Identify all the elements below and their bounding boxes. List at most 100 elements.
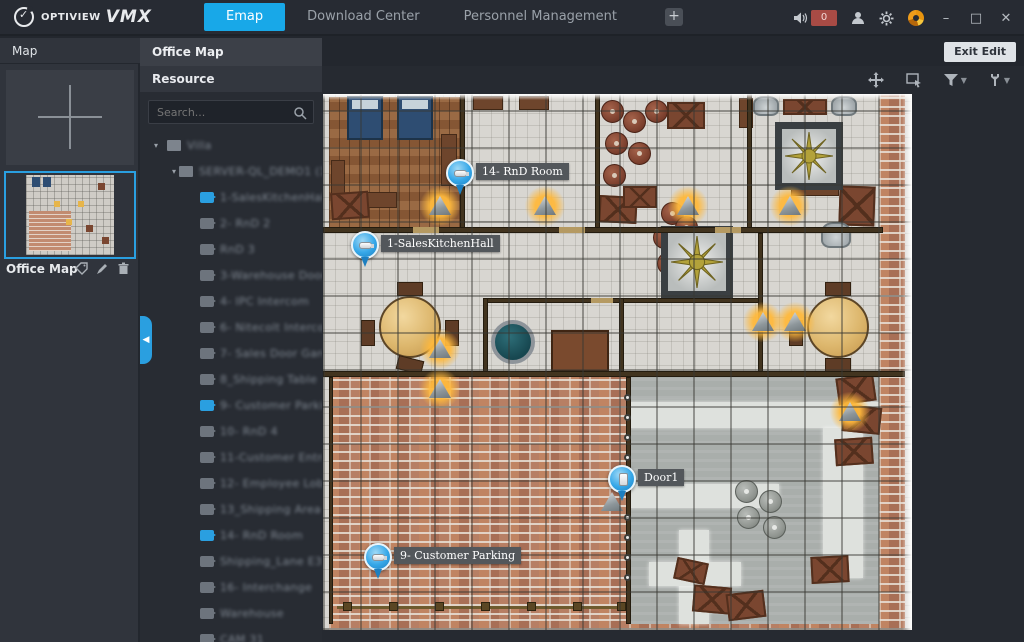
basin bbox=[491, 320, 535, 364]
tree-item-channel-10[interactable]: 9- Customer Parking bbox=[140, 392, 322, 418]
maximize-button[interactable]: □ bbox=[968, 11, 984, 26]
tree-item-label: CAM 31 bbox=[220, 633, 264, 642]
compass-medallion bbox=[775, 122, 843, 190]
tree-item-channel-17[interactable]: 16- Interchange bbox=[140, 574, 322, 600]
tree-item-channel-7[interactable]: 6- Nitecolt Intercom bbox=[140, 314, 322, 340]
tree-item-channel-11[interactable]: 10- RnD 4 bbox=[140, 418, 322, 444]
floor-plan-canvas[interactable]: 14- RnD Room 1-SalesKitchenHall Door1 9- Cu… bbox=[323, 94, 912, 630]
gear-icon[interactable] bbox=[879, 11, 894, 26]
tree-item-channel-8[interactable]: 7- Sales Door Garden bbox=[140, 340, 322, 366]
user-icon[interactable] bbox=[851, 11, 865, 25]
edit-pencil-icon[interactable] bbox=[96, 262, 109, 275]
camera-icon bbox=[200, 608, 214, 619]
tree-item-channel-15[interactable]: 14- RnD Room bbox=[140, 522, 322, 548]
tree-item-channel-6[interactable]: 4- IPC Intercom bbox=[140, 288, 322, 314]
tree-item-channel-18[interactable]: Warehouse bbox=[140, 600, 322, 626]
alarm-count-badge: 0 bbox=[811, 10, 837, 26]
add-map-button[interactable] bbox=[6, 70, 134, 165]
pan-move-icon[interactable] bbox=[868, 72, 884, 88]
tree-item-label: 16- Interchange bbox=[220, 581, 312, 594]
exit-edit-button[interactable]: Exit Edit bbox=[944, 42, 1016, 62]
tree-item-label: Warehouse bbox=[220, 607, 284, 620]
marker-label[interactable]: 9- Customer Parking bbox=[394, 547, 521, 564]
camera-pin-icon[interactable] bbox=[351, 231, 379, 259]
search-icon[interactable] bbox=[293, 105, 307, 124]
camera-icon bbox=[200, 504, 214, 515]
camera-icon bbox=[200, 296, 214, 307]
select-region-icon[interactable] bbox=[906, 72, 922, 88]
map-header-bar: Exit Edit bbox=[322, 38, 1024, 66]
marker-label[interactable]: 1-SalesKitchenHall bbox=[381, 235, 500, 252]
tree-item-channel-9[interactable]: 8_Shipping Table bbox=[140, 366, 322, 392]
tree-item-label: 3-Warehouse Door bbox=[220, 269, 322, 282]
map-thumbnail-image bbox=[26, 175, 114, 255]
door-pin-icon[interactable] bbox=[608, 465, 636, 493]
brick-right-strip bbox=[879, 94, 905, 630]
tree-item-channel-19[interactable]: CAM 31 bbox=[140, 626, 322, 642]
brand-big: VMX bbox=[106, 7, 152, 27]
filter-caret-icon: ▼ bbox=[961, 76, 967, 85]
map-list-panel: Office Map bbox=[0, 64, 140, 642]
camera-icon bbox=[200, 426, 214, 437]
camera-pin-icon[interactable] bbox=[364, 543, 392, 571]
logo-icon bbox=[14, 7, 34, 27]
camera-pin-icon[interactable] bbox=[446, 159, 474, 187]
tab-personnel-management[interactable]: Personnel Management bbox=[442, 3, 639, 31]
tab-download-center[interactable]: Download Center bbox=[285, 3, 442, 31]
tag-icon[interactable] bbox=[75, 262, 88, 275]
emap-panel: ▼ ▼ bbox=[322, 66, 1024, 642]
tree-item-channel-5[interactable]: 3-Warehouse Door bbox=[140, 262, 322, 288]
current-map-title: Office Map bbox=[140, 38, 322, 66]
tree-item-label: 11-Customer Entrance bbox=[220, 451, 322, 464]
tree-item-label: 8_Shipping Table bbox=[220, 373, 317, 386]
camera-icon bbox=[200, 582, 214, 593]
camera-icon bbox=[200, 634, 214, 642]
tree-item-channel-2[interactable]: 1-SalesKitchenHall bbox=[140, 184, 322, 210]
resource-tree: ▾ Villa ▾ SERVER-QL_DEMO1 (192.168) 1-SalesK… bbox=[140, 132, 322, 642]
tree-item-label: Villa bbox=[187, 139, 212, 152]
camera-icon bbox=[200, 452, 214, 463]
device-icon bbox=[179, 166, 193, 177]
minimize-button[interactable]: – bbox=[938, 11, 954, 26]
filter-icon[interactable]: ▼ bbox=[944, 74, 967, 87]
expand-caret-icon[interactable]: ▾ bbox=[172, 167, 176, 176]
camera-icon bbox=[200, 374, 214, 385]
tool-wrench-icon[interactable]: ▼ bbox=[989, 73, 1010, 87]
camera-icon bbox=[200, 192, 214, 203]
tree-item-channel-3[interactable]: 2- RnD 2 bbox=[140, 210, 322, 236]
tab-emap[interactable]: Emap bbox=[204, 3, 285, 31]
marker-label[interactable]: Door1 bbox=[638, 469, 684, 486]
compass-medallion bbox=[661, 226, 733, 298]
camera-icon bbox=[200, 556, 214, 567]
search-input[interactable] bbox=[149, 102, 279, 124]
alarm-indicator[interactable]: 0 bbox=[793, 10, 837, 26]
tree-item-label: 7- Sales Door Garden bbox=[220, 347, 322, 360]
tree-item-label: 2- RnD 2 bbox=[220, 217, 270, 230]
map-thumbnail-selected[interactable] bbox=[4, 171, 136, 259]
root-icon bbox=[167, 140, 181, 151]
main-tabs: Emap Download Center Personnel Managemen… bbox=[204, 0, 683, 34]
marker-label[interactable]: 14- RnD Room bbox=[476, 163, 569, 180]
map-thumbnail-caption: Office Map bbox=[6, 262, 78, 276]
close-button[interactable]: ✕ bbox=[998, 11, 1014, 26]
expand-caret-icon[interactable]: ▾ bbox=[154, 141, 164, 150]
tree-item-label: 9- Customer Parking bbox=[220, 399, 322, 412]
speaker-icon bbox=[793, 11, 808, 25]
delete-trash-icon[interactable] bbox=[117, 262, 130, 275]
tree-item-channel-14[interactable]: 13_Shipping Area bbox=[140, 496, 322, 522]
tree-item-channel-16[interactable]: Shipping_Lane E3 bbox=[140, 548, 322, 574]
tree-item-label: 1-SalesKitchenHall bbox=[220, 191, 322, 204]
camera-icon bbox=[200, 530, 214, 541]
tree-item-device[interactable]: ▾ SERVER-QL_DEMO1 (192.168) bbox=[140, 158, 322, 184]
tree-item-channel-13[interactable]: 12- Employee Lobby E3 bbox=[140, 470, 322, 496]
help-brand-icon[interactable] bbox=[908, 10, 924, 26]
tree-item-channel-4[interactable]: RnD 3 bbox=[140, 236, 322, 262]
tree-item-label: 10- RnD 4 bbox=[220, 425, 278, 438]
collapse-panel-handle[interactable]: ◀ bbox=[140, 316, 152, 364]
tree-item-label: SERVER-QL_DEMO1 (192.168) bbox=[199, 165, 322, 178]
tree-item-root[interactable]: ▾ Villa bbox=[140, 132, 322, 158]
add-tab-button[interactable]: + bbox=[665, 8, 683, 26]
camera-icon bbox=[200, 400, 214, 411]
camera-icon bbox=[200, 218, 214, 229]
tree-item-channel-12[interactable]: 11-Customer Entrance bbox=[140, 444, 322, 470]
